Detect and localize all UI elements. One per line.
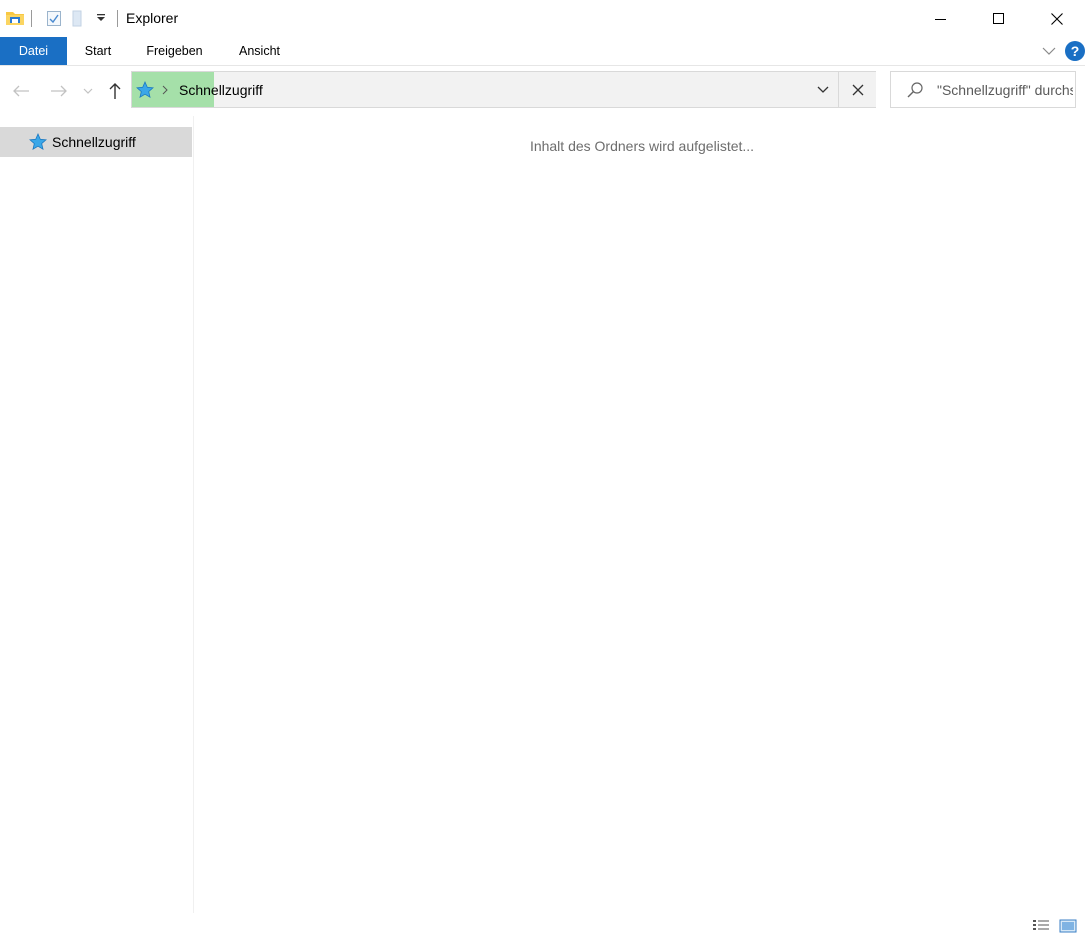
tab-datei[interactable]: Datei <box>0 37 67 65</box>
quick-access-star-icon <box>29 132 47 151</box>
file-explorer-folder-icon[interactable] <box>5 8 25 28</box>
maximize-icon <box>993 12 1004 24</box>
breadcrumb-separator-icon[interactable] <box>160 81 170 99</box>
loading-status-text: Inhalt des Ordners wird aufgelistet... <box>529 138 755 154</box>
title-bar: Explorer <box>0 0 1085 37</box>
address-bar[interactable]: Schnellzugriff <box>131 71 876 108</box>
back-arrow-icon[interactable] <box>10 80 32 102</box>
stop-x-icon <box>852 84 863 95</box>
stop-loading-button[interactable] <box>839 72 876 107</box>
recent-locations-chevron-icon[interactable] <box>80 80 96 102</box>
quick-access-star-icon[interactable] <box>136 80 154 99</box>
new-folder-icon[interactable] <box>70 8 86 28</box>
properties-check-icon[interactable] <box>45 8 63 28</box>
address-history-chevron-icon[interactable] <box>808 72 838 107</box>
tab-freigeben[interactable]: Freigeben <box>129 37 220 65</box>
tab-ansicht[interactable]: Ansicht <box>220 37 299 65</box>
help-icon[interactable]: ? <box>1065 41 1085 61</box>
title-separator <box>117 10 118 27</box>
nav-item-quick-access[interactable]: Schnellzugriff <box>0 127 192 157</box>
search-icon <box>906 81 924 99</box>
content-area[interactable]: Inhalt des Ordners wird aufgelistet... <box>194 116 1085 913</box>
dropdown-arrow-icon[interactable] <box>94 8 108 28</box>
tab-start[interactable]: Start <box>67 37 129 65</box>
minimize-button[interactable] <box>912 0 970 37</box>
forward-arrow-icon[interactable] <box>48 80 70 102</box>
quick-access-separator <box>31 10 32 27</box>
window-title: Explorer <box>126 10 179 26</box>
close-icon <box>1050 12 1063 25</box>
large-icons-view-icon[interactable] <box>1058 917 1078 935</box>
navigation-pane: Schnellzugriff <box>0 116 194 913</box>
breadcrumb-location[interactable]: Schnellzugriff <box>179 82 263 98</box>
navigation-bar: Schnellzugriff <box>0 66 1085 116</box>
expand-ribbon-chevron-icon[interactable] <box>1040 43 1058 59</box>
close-button[interactable] <box>1028 0 1085 37</box>
minimize-icon <box>935 18 946 20</box>
search-input[interactable] <box>937 72 1073 107</box>
ribbon-tabs: Datei Start Freigeben Ansicht ? <box>0 37 1085 66</box>
maximize-button[interactable] <box>970 0 1028 37</box>
up-arrow-icon[interactable] <box>104 80 126 102</box>
details-view-icon[interactable] <box>1031 917 1051 935</box>
search-box[interactable] <box>890 71 1076 108</box>
explorer-window: Explorer Datei Start Freigeben Ansicht ? <box>0 0 1085 935</box>
nav-item-label: Schnellzugriff <box>52 134 136 150</box>
